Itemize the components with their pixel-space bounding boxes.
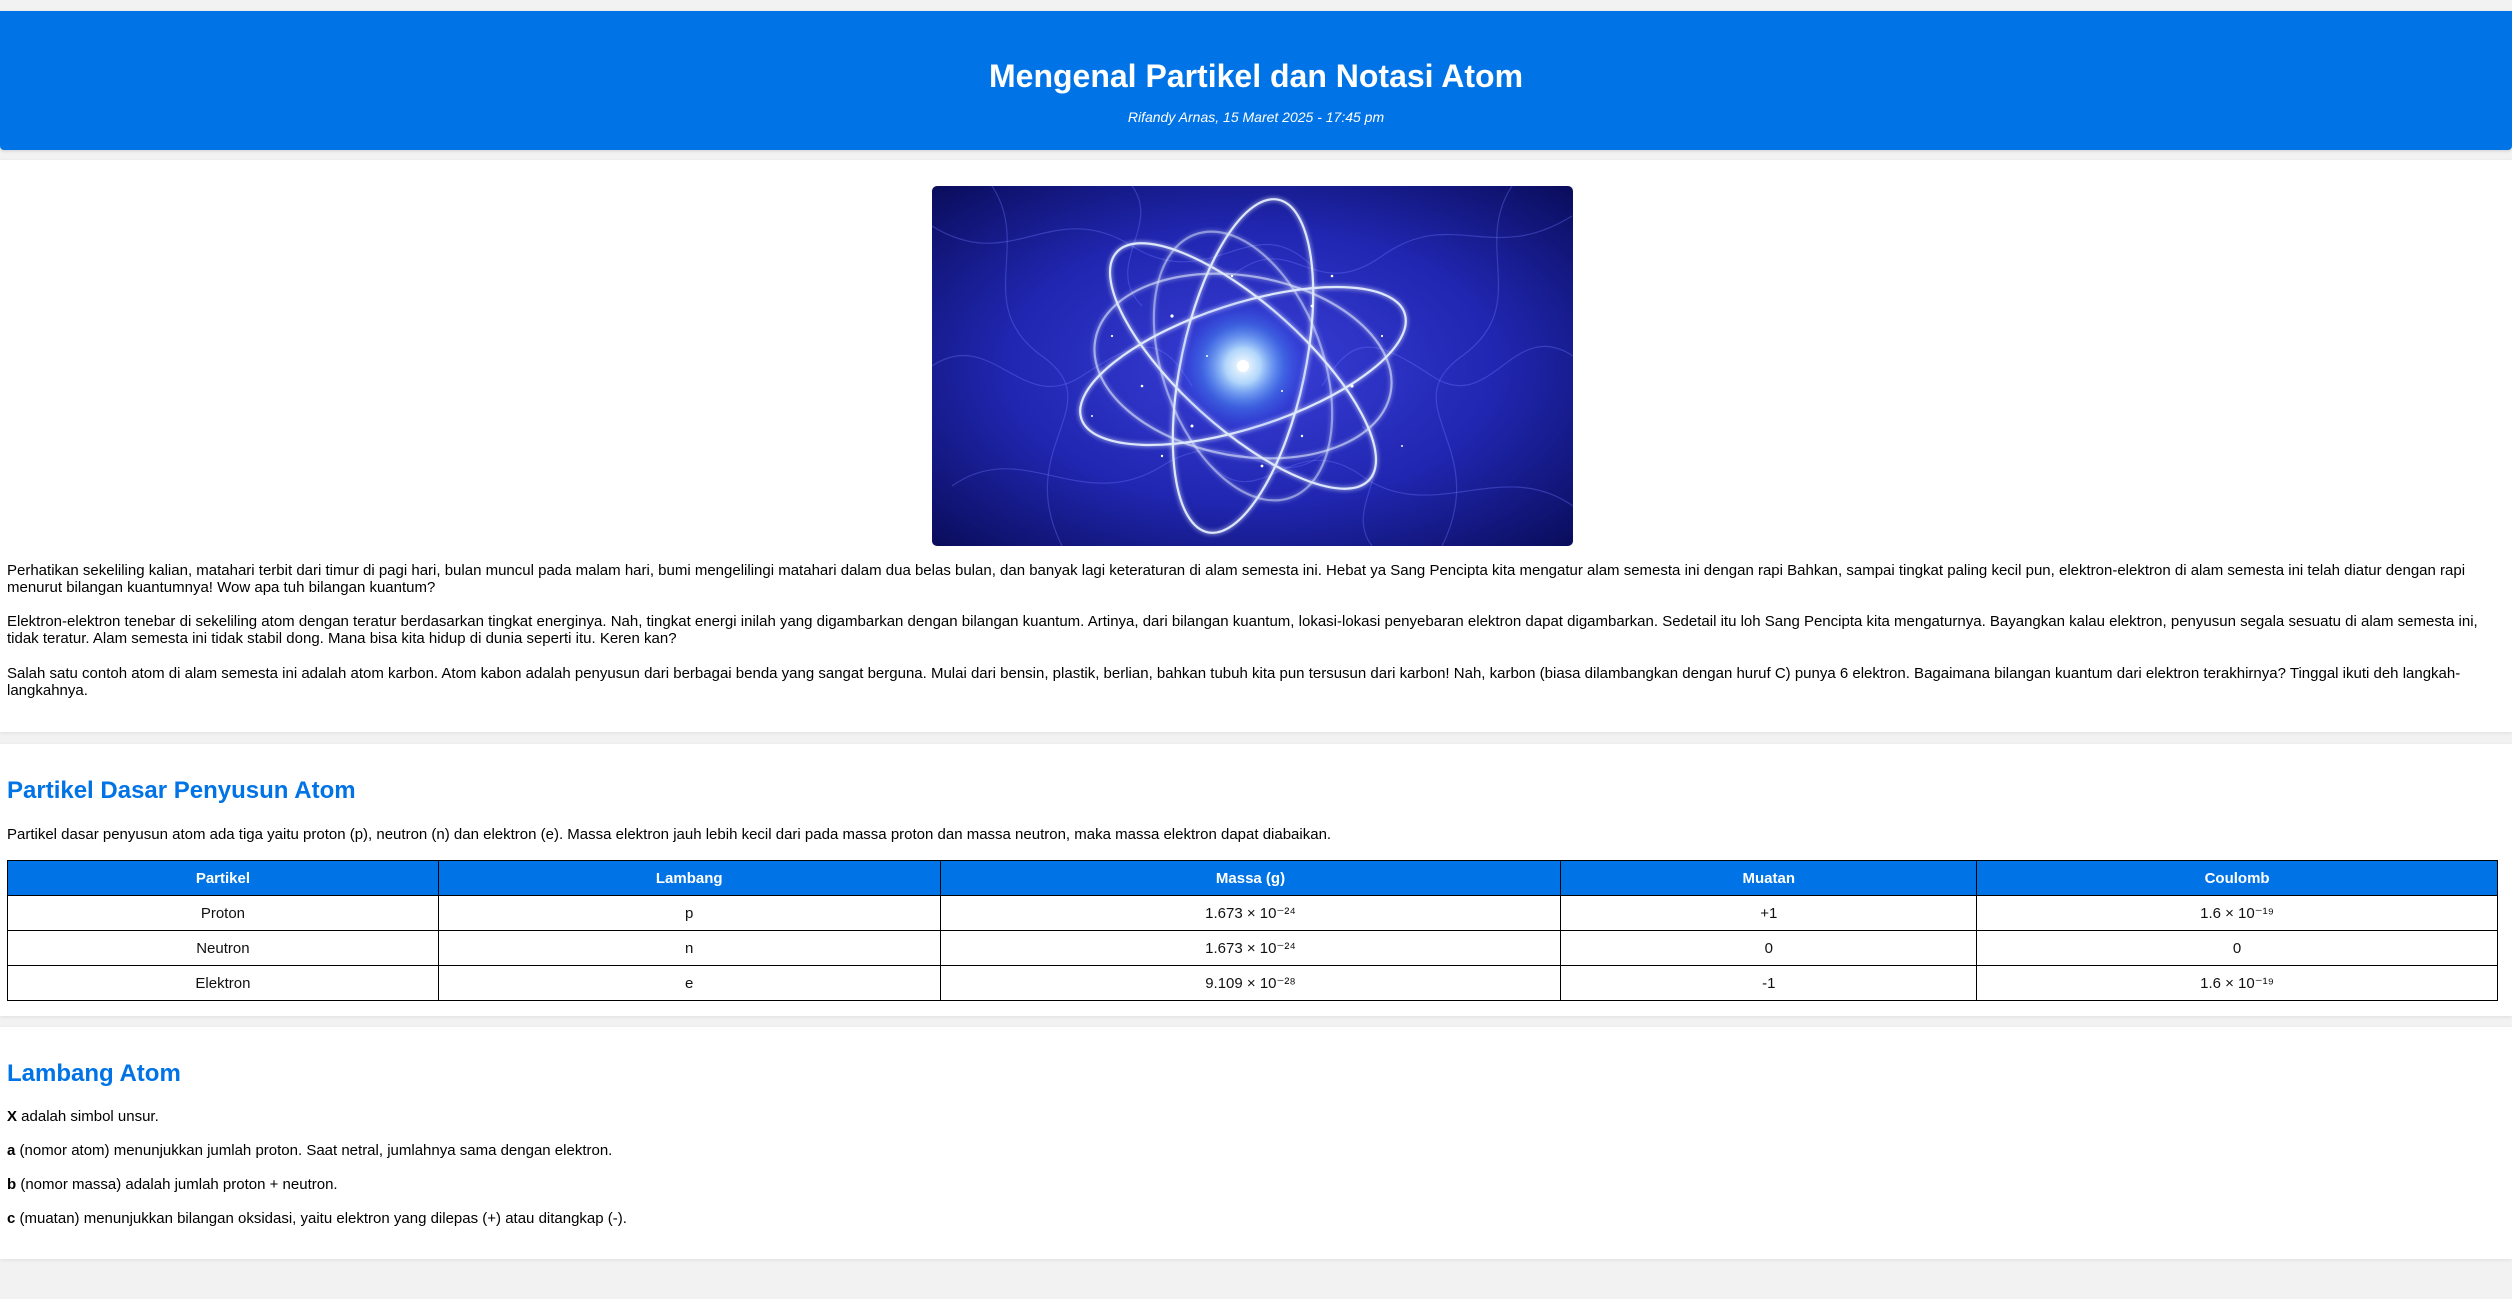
table-cell: 1.673 × 10⁻²⁴ (939, 895, 1562, 931)
table-cell: Proton (7, 895, 439, 931)
table-cell: 9.109 × 10⁻²⁸ (939, 965, 1562, 1001)
article-page: Mengenal Partikel dan Notasi Atom Rifand… (0, 0, 2512, 1299)
table-cell: 0 (1976, 930, 2498, 966)
page-header: Mengenal Partikel dan Notasi Atom Rifand… (0, 11, 2512, 150)
table-cell: Elektron (7, 965, 439, 1001)
column-header-muatan: Muatan (1560, 860, 1978, 896)
intro-paragraph-2: Elektron-elektron tenebar di sekeliling … (7, 613, 2478, 647)
atom-symbol-section: Lambang Atom X adalah simbol unsur. a (n… (0, 1027, 2512, 1259)
table-cell: -1 (1560, 965, 1978, 1001)
table-cell: 1.6 × 10⁻¹⁹ (1976, 965, 2498, 1001)
atom-illustration-graphic (932, 186, 1573, 546)
atom-symbol-section-title: Lambang Atom (7, 1060, 181, 1087)
intro-section: Perhatikan sekeliling kalian, matahari t… (0, 160, 2512, 732)
table-cell: 0 (1560, 930, 1978, 966)
table-cell: Neutron (7, 930, 439, 966)
intro-paragraph-1: Perhatikan sekeliling kalian, matahari t… (7, 562, 2466, 596)
symbol-definition-c: c (muatan) menunjukkan bilangan oksidasi… (7, 1209, 627, 1229)
table-cell: 1.673 × 10⁻²⁴ (939, 930, 1562, 966)
intro-paragraph-3: Salah satu contoh atom di alam semesta i… (7, 665, 2461, 699)
table-row: Neutron n 1.673 × 10⁻²⁴ 0 0 (7, 930, 2498, 966)
table-cell: +1 (1560, 895, 1978, 931)
table-cell: e (437, 965, 941, 1001)
particles-table: Partikel Lambang Massa (g) Muatan Coulom… (7, 860, 2498, 1001)
table-row: Elektron e 9.109 × 10⁻²⁸ -1 1.6 × 10⁻¹⁹ (7, 965, 2498, 1001)
particles-description: Partikel dasar penyusun atom ada tiga ya… (7, 826, 1332, 843)
definition-term: X (7, 1108, 18, 1125)
particles-section-title: Partikel Dasar Penyusun Atom (7, 777, 356, 804)
definition-text: (muatan) menunjukkan bilangan oksidasi, … (15, 1210, 627, 1227)
column-header-lambang: Lambang (437, 860, 941, 896)
column-header-partikel: Partikel (7, 860, 439, 896)
table-cell: n (437, 930, 941, 966)
table-cell: p (437, 895, 941, 931)
column-header-massa: Massa (g) (939, 860, 1562, 896)
definition-text: adalah simbol unsur. (17, 1108, 159, 1125)
symbol-definition-x: X adalah simbol unsur. (7, 1107, 159, 1127)
atom-illustration-image (932, 186, 1573, 546)
column-header-coulomb: Coulomb (1976, 860, 2498, 896)
page-title: Mengenal Partikel dan Notasi Atom (988, 58, 1524, 94)
definition-text: (nomor atom) menunjukkan jumlah proton. … (15, 1142, 613, 1159)
table-cell: 1.6 × 10⁻¹⁹ (1976, 895, 2498, 931)
symbol-definition-b: b (nomor massa) adalah jumlah proton + n… (7, 1175, 338, 1195)
particles-section: Partikel Dasar Penyusun Atom Partikel da… (0, 744, 2512, 1016)
author-date-byline: Rifandy Arnas, 15 Maret 2025 - 17:45 pm (1127, 109, 1385, 125)
table-header-row: Partikel Lambang Massa (g) Muatan Coulom… (7, 860, 2498, 896)
definition-term: b (7, 1176, 17, 1193)
symbol-definition-a: a (nomor atom) menunjukkan jumlah proton… (7, 1141, 612, 1161)
definition-text: (nomor massa) adalah jumlah proton + neu… (16, 1176, 338, 1193)
table-row: Proton p 1.673 × 10⁻²⁴ +1 1.6 × 10⁻¹⁹ (7, 895, 2498, 931)
